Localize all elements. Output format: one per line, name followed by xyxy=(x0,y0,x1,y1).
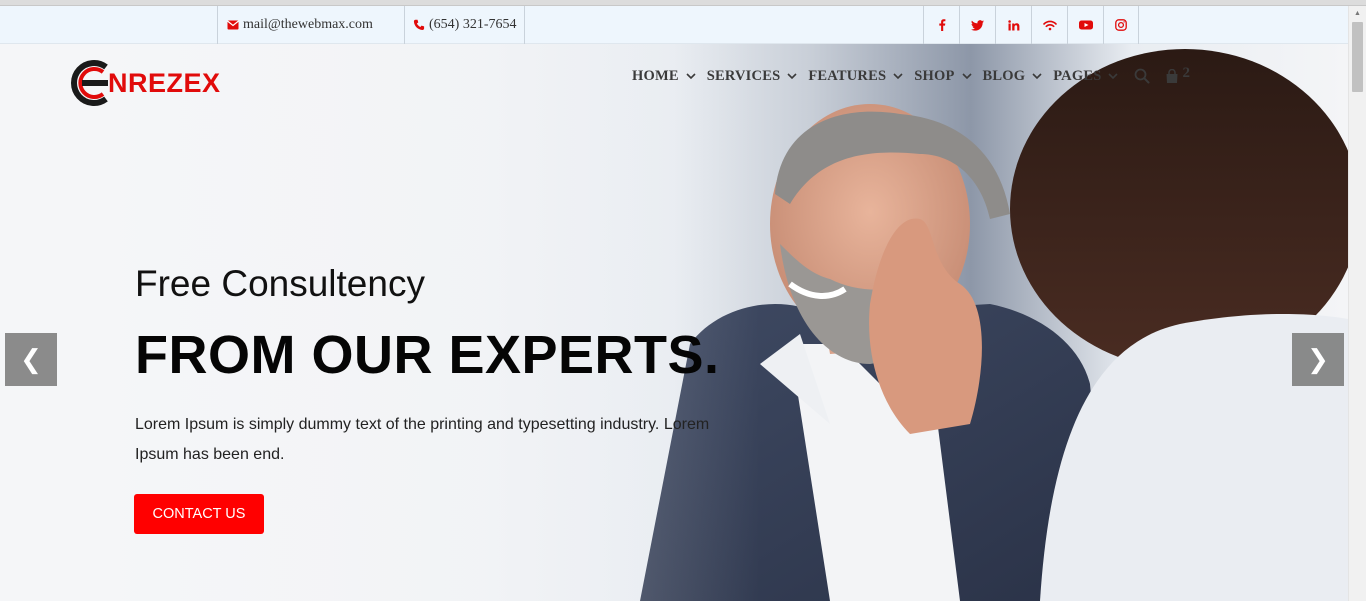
nav-item-features[interactable]: FEATURES xyxy=(808,68,904,85)
site-logo[interactable]: NREZEX xyxy=(70,57,230,109)
hero-description: Lorem Ipsum is simply dummy text of the … xyxy=(135,416,710,463)
phone-contact[interactable]: (654) 321-7654 xyxy=(404,6,525,44)
contact-us-button[interactable]: CONTACT US xyxy=(134,494,264,534)
chevron-down-icon xyxy=(787,73,797,80)
nav-item-shop[interactable]: SHOP xyxy=(914,68,972,85)
instagram-link[interactable] xyxy=(1103,6,1139,44)
top-contact-bar: mail@thewebmax.com (654) 321-7654 xyxy=(0,6,1348,44)
search-icon[interactable] xyxy=(1133,67,1151,85)
chevron-down-icon xyxy=(1108,73,1119,80)
brand-name: NREZEX xyxy=(108,67,221,98)
nav-item-label: HOME xyxy=(632,67,679,84)
youtube-icon xyxy=(1078,20,1093,30)
chevron-down-icon xyxy=(961,73,972,80)
hero-title: FROM OUR EXPERTS. xyxy=(135,325,720,385)
chevron-down-icon xyxy=(1032,73,1042,80)
phone-text: (654) 321-7654 xyxy=(429,17,517,32)
nav-item-label: SHOP xyxy=(914,67,955,84)
shopping-bag-icon xyxy=(1166,68,1178,83)
nav-item-label: BLOG xyxy=(982,67,1026,84)
nav-item-label: FEATURES xyxy=(808,67,887,84)
social-links xyxy=(923,6,1139,44)
scrollbar-thumb[interactable] xyxy=(1352,22,1363,92)
linkedin-link[interactable] xyxy=(995,6,1031,44)
slider-next-button[interactable]: ❯ xyxy=(1292,333,1344,386)
linkedin-icon xyxy=(1007,19,1019,30)
twitter-link[interactable] xyxy=(959,6,995,44)
nav-item-home[interactable]: HOME xyxy=(632,68,697,85)
vertical-scrollbar[interactable]: ▲ xyxy=(1348,6,1366,601)
envelope-icon xyxy=(227,20,239,30)
phone-icon xyxy=(413,19,425,30)
chevron-down-icon xyxy=(893,73,903,80)
facebook-icon xyxy=(938,19,945,31)
logo-mark-icon xyxy=(71,60,108,106)
nav-item-pages[interactable]: PAGES xyxy=(1053,68,1119,85)
scroll-up-arrow-icon[interactable]: ▲ xyxy=(1349,6,1366,20)
youtube-link[interactable] xyxy=(1067,6,1103,44)
cart-button[interactable]: 2 xyxy=(1165,64,1191,85)
email-text: mail@thewebmax.com xyxy=(243,17,373,32)
rss-link[interactable] xyxy=(1031,6,1067,44)
wifi-icon xyxy=(1042,20,1057,30)
slider-prev-button[interactable]: ❮ xyxy=(5,333,57,386)
instagram-icon xyxy=(1115,19,1127,31)
nav-item-blog[interactable]: BLOG xyxy=(983,68,1044,85)
main-navigation: HOME SERVICES FEATURES SHOP BLOG PAGES 2 xyxy=(632,64,1190,88)
nav-item-label: SERVICES xyxy=(706,67,781,84)
twitter-icon xyxy=(971,19,984,31)
nav-item-label: PAGES xyxy=(1053,67,1102,84)
email-contact[interactable]: mail@thewebmax.com xyxy=(217,6,405,44)
facebook-link[interactable] xyxy=(923,6,959,44)
cart-count-badge: 2 xyxy=(1182,64,1191,81)
chevron-down-icon xyxy=(686,73,696,80)
nav-item-services[interactable]: SERVICES xyxy=(707,68,799,85)
hero-subtitle: Free Consultency xyxy=(135,263,425,304)
